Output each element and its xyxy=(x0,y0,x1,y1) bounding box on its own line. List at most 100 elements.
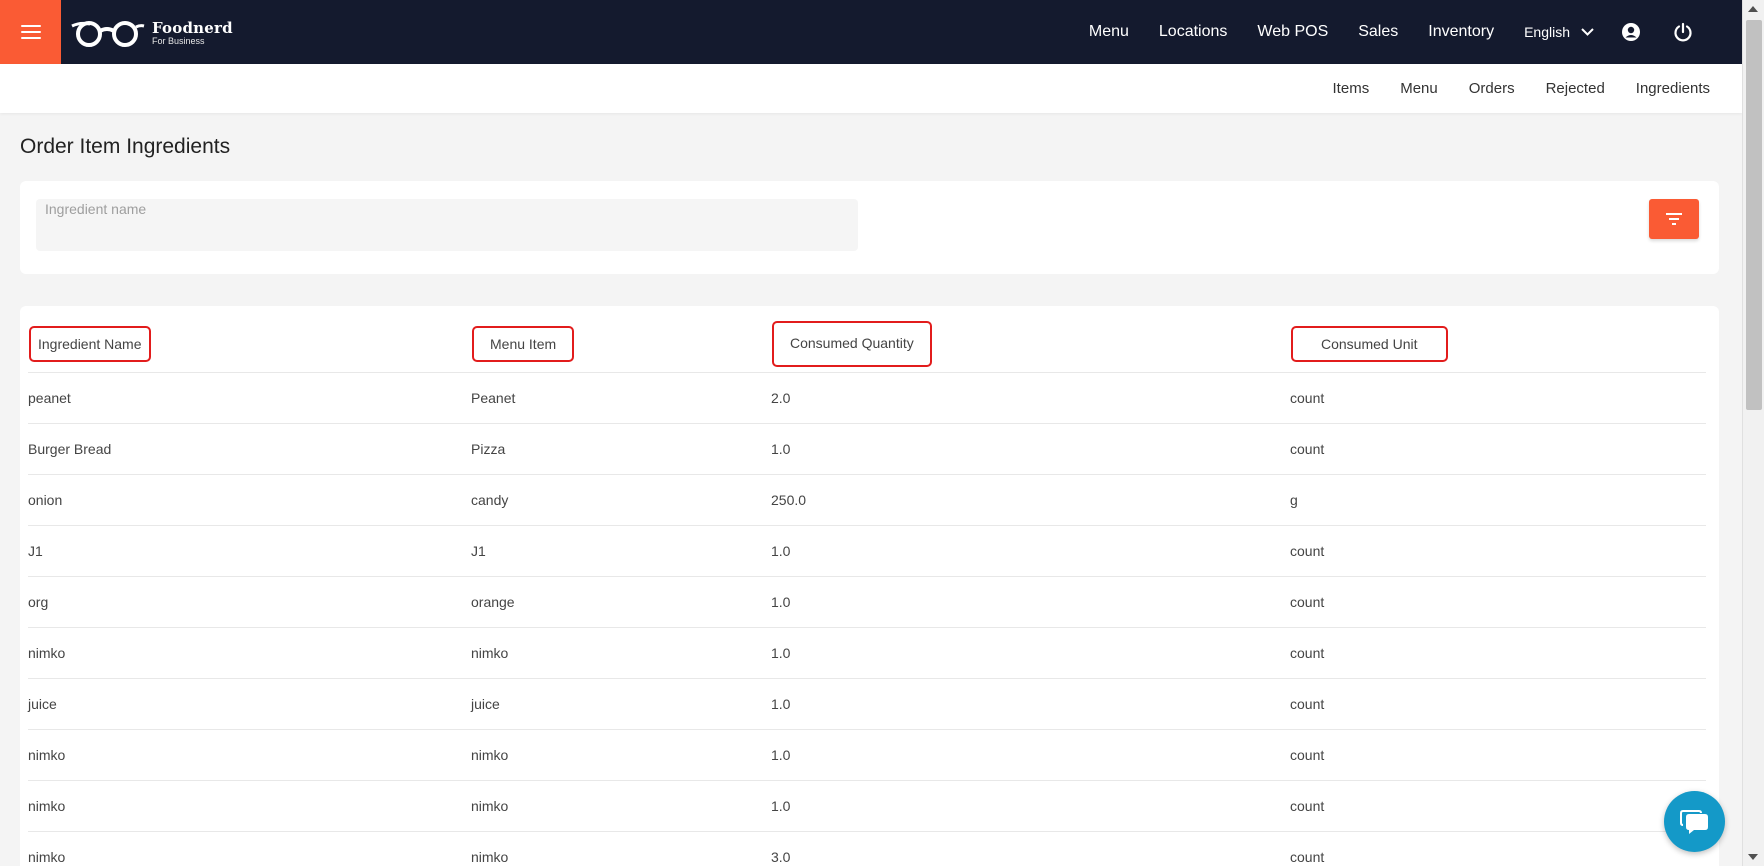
top-navbar: Foodnerd For Business Menu Locations Web… xyxy=(0,0,1742,64)
brand-text: Foodnerd For Business xyxy=(152,20,233,46)
table-row[interactable]: nimko nimko 1.0 count xyxy=(28,729,1706,781)
table-row[interactable]: onion candy 250.0 g xyxy=(28,474,1706,526)
nav-sales[interactable]: Sales xyxy=(1358,23,1398,41)
cell-quantity: 1.0 xyxy=(771,576,1290,628)
subnav-rejected[interactable]: Rejected xyxy=(1546,80,1605,97)
chevron-down-icon xyxy=(1580,25,1594,39)
subnav-items[interactable]: Items xyxy=(1333,80,1370,97)
cell-menu-item: Peanet xyxy=(471,372,771,424)
logout-button[interactable] xyxy=(1668,17,1698,47)
cell-quantity: 2.0 xyxy=(771,372,1290,424)
cell-menu-item: candy xyxy=(471,474,771,526)
cell-unit: count xyxy=(1290,780,1706,832)
cell-quantity: 1.0 xyxy=(771,678,1290,730)
cell-quantity: 250.0 xyxy=(771,474,1290,526)
nav-menu[interactable]: Menu xyxy=(1089,23,1129,41)
subnav-menu[interactable]: Menu xyxy=(1400,80,1438,97)
table-row[interactable]: peanet Peanet 2.0 count xyxy=(28,372,1706,424)
chat-bubble-icon xyxy=(1679,809,1708,834)
header-consumed-quantity-label: Consumed Quantity xyxy=(790,334,914,351)
page-title: Order Item Ingredients xyxy=(20,135,231,158)
nav-web-pos[interactable]: Web POS xyxy=(1257,23,1328,41)
nav-locations[interactable]: Locations xyxy=(1159,23,1228,41)
table-row[interactable]: juice juice 1.0 count xyxy=(28,678,1706,730)
cell-ingredient: org xyxy=(28,576,471,628)
cell-quantity: 3.0 xyxy=(771,831,1290,866)
cell-menu-item: nimko xyxy=(471,780,771,832)
cell-quantity: 1.0 xyxy=(771,627,1290,679)
cell-unit: count xyxy=(1290,576,1706,628)
header-consumed-quantity[interactable]: Consumed Quantity xyxy=(771,316,1290,373)
cell-menu-item: Pizza xyxy=(471,423,771,475)
cell-unit: g xyxy=(1290,474,1706,526)
cell-quantity: 1.0 xyxy=(771,780,1290,832)
account-button[interactable] xyxy=(1616,17,1646,47)
table-row[interactable]: Burger Bread Pizza 1.0 count xyxy=(28,423,1706,475)
power-icon xyxy=(1674,22,1692,42)
cell-menu-item: juice xyxy=(471,678,771,730)
main-nav: Menu Locations Web POS Sales Inventory E… xyxy=(1059,0,1698,64)
header-menu-item[interactable]: Menu Item xyxy=(471,316,771,373)
cell-ingredient: onion xyxy=(28,474,471,526)
subnav-ingredients[interactable]: Ingredients xyxy=(1636,80,1710,97)
cell-unit: count xyxy=(1290,831,1706,866)
cell-menu-item: nimko xyxy=(471,627,771,679)
cell-ingredient: nimko xyxy=(28,729,471,781)
table-row[interactable]: J1 J1 1.0 count xyxy=(28,525,1706,577)
page-scrollbar[interactable] xyxy=(1742,0,1764,866)
header-highlight: Consumed Quantity xyxy=(772,320,932,367)
language-selector[interactable]: English xyxy=(1524,24,1594,40)
header-consumed-unit-label: Consumed Unit xyxy=(1321,335,1418,352)
table-header-row: Ingredient Name Menu Item Consumed Quant… xyxy=(28,316,1706,373)
cell-ingredient: nimko xyxy=(28,831,471,866)
cell-menu-item: orange xyxy=(471,576,771,628)
scroll-up-arrow[interactable] xyxy=(1748,6,1758,12)
table-row[interactable]: nimko nimko 1.0 count xyxy=(28,780,1706,832)
cell-unit: count xyxy=(1290,729,1706,781)
header-highlight: Ingredient Name xyxy=(29,325,151,362)
cell-ingredient: peanet xyxy=(28,372,471,424)
cell-unit: count xyxy=(1290,372,1706,424)
cell-ingredient: nimko xyxy=(28,627,471,679)
ingredient-name-input[interactable] xyxy=(36,199,858,251)
cell-unit: count xyxy=(1290,627,1706,679)
cell-ingredient: nimko xyxy=(28,780,471,832)
user-circle-icon xyxy=(1622,23,1640,41)
ingredients-table: Ingredient Name Menu Item Consumed Quant… xyxy=(28,316,1706,866)
table-row[interactable]: nimko nimko 1.0 count xyxy=(28,627,1706,679)
cell-quantity: 1.0 xyxy=(771,525,1290,577)
header-consumed-unit[interactable]: Consumed Unit xyxy=(1290,316,1706,373)
table-row[interactable]: nimko nimko 3.0 count xyxy=(28,831,1706,866)
cell-unit: count xyxy=(1290,525,1706,577)
sub-nav: Items Menu Orders Rejected Ingredients xyxy=(1302,64,1710,113)
language-label: English xyxy=(1524,24,1570,40)
header-ingredient-name[interactable]: Ingredient Name xyxy=(28,316,471,373)
ingredients-table-card: Ingredient Name Menu Item Consumed Quant… xyxy=(20,306,1719,866)
cell-menu-item: nimko xyxy=(471,831,771,866)
cell-ingredient: juice xyxy=(28,678,471,730)
hamburger-menu-button[interactable] xyxy=(0,0,61,64)
cell-menu-item: nimko xyxy=(471,729,771,781)
sub-navbar: Items Menu Orders Rejected Ingredients xyxy=(0,64,1742,113)
scrollbar-thumb[interactable] xyxy=(1746,20,1762,410)
brand-tagline: For Business xyxy=(152,35,205,46)
filter-button[interactable] xyxy=(1649,199,1699,239)
scroll-down-arrow[interactable] xyxy=(1748,854,1758,860)
header-highlight: Menu Item xyxy=(472,325,575,362)
nav-inventory[interactable]: Inventory xyxy=(1428,23,1494,41)
brand-logo[interactable]: Foodnerd For Business xyxy=(70,16,233,50)
cell-ingredient: Burger Bread xyxy=(28,423,471,475)
cell-unit: count xyxy=(1290,423,1706,475)
table-row[interactable]: org orange 1.0 count xyxy=(28,576,1706,628)
cell-quantity: 1.0 xyxy=(771,423,1290,475)
filter-card: Ingredient name xyxy=(20,181,1719,274)
header-highlight: Consumed Unit xyxy=(1291,325,1448,362)
filter-icon xyxy=(1666,213,1682,225)
subnav-orders[interactable]: Orders xyxy=(1469,80,1515,97)
cell-quantity: 1.0 xyxy=(771,729,1290,781)
cell-ingredient: J1 xyxy=(28,525,471,577)
chat-button[interactable] xyxy=(1664,791,1725,852)
header-menu-item-label: Menu Item xyxy=(490,335,557,352)
cell-menu-item: J1 xyxy=(471,525,771,577)
header-ingredient-name-label: Ingredient Name xyxy=(38,335,142,352)
